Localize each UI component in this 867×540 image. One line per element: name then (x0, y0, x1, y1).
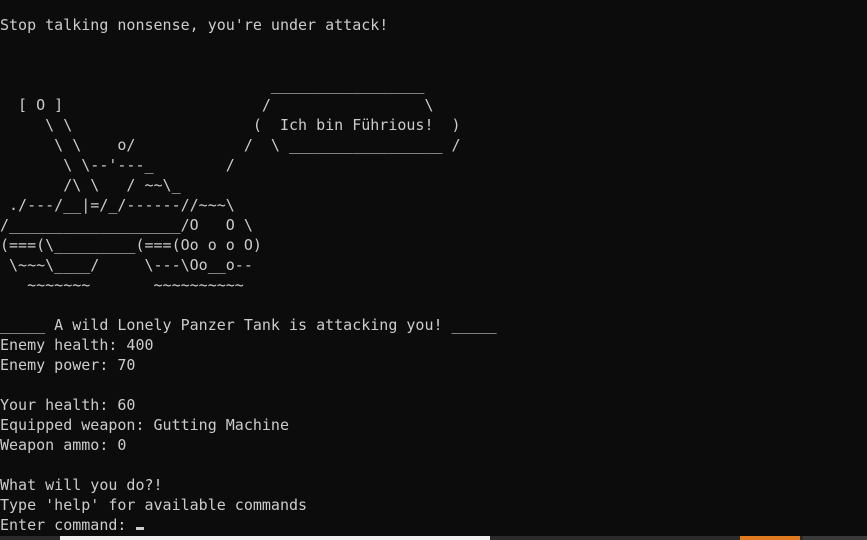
help-hint: Type 'help' for available commands (0, 496, 308, 514)
ascii-art-line: \ \ o/ / \ _________________ / (0, 136, 461, 154)
equipped-weapon: Equipped weapon: Gutting Machine (0, 416, 289, 434)
console-window[interactable]: Stop talking nonsense, you're under atta… (0, 0, 867, 536)
ascii-art-line: _________________ (0, 76, 425, 94)
taskbar-strip (0, 536, 867, 540)
ascii-art-line: ~~~~~~~ ~~~~~~~~~~ (0, 276, 244, 294)
attack-message: Stop talking nonsense, you're under atta… (0, 16, 389, 34)
command-input-line[interactable]: Enter command: (0, 515, 145, 535)
ascii-art-line: \ \--'---_ / (0, 156, 235, 174)
ascii-art-line: (===(\_________(===(Oo o o O) (0, 236, 262, 254)
prompt-question: What will you do?! (0, 476, 163, 494)
enemy-health: Enemy health: 400 (0, 336, 154, 354)
your-health: Your health: 60 (0, 396, 136, 414)
ascii-art-line: \~~~\____/ \---\Oo__o-- (0, 256, 253, 274)
ascii-art-line: /\ \ / ~~\_ (0, 176, 181, 194)
enemy-power: Enemy power: 70 (0, 356, 136, 374)
ascii-art-line: ./---/__|=/_/------//~~~\ (0, 196, 235, 214)
ascii-art-line: [ O ] / \ (0, 96, 434, 114)
taskbar-segment (740, 536, 800, 540)
taskbar-segment (60, 536, 490, 540)
encounter-header: _____ A wild Lonely Panzer Tank is attac… (0, 316, 497, 334)
weapon-ammo: Weapon ammo: 0 (0, 436, 127, 454)
command-prompt: Enter command: (0, 516, 136, 534)
text-cursor (136, 527, 145, 530)
ascii-art-line: \ \ ( Ich bin Führious! ) (0, 116, 461, 134)
taskbar-segment (803, 536, 867, 540)
ascii-art-line: /___________________/O O \ (0, 216, 253, 234)
